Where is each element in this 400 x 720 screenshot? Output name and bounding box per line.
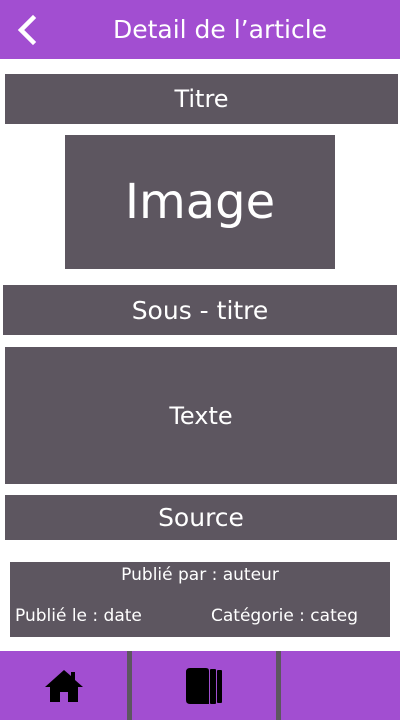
articles-icon (186, 667, 222, 704)
nav-empty-slot[interactable] (281, 651, 400, 720)
nav-articles-button[interactable] (132, 651, 276, 720)
article-subtitle: Sous - titre (3, 285, 397, 335)
chevron-left-icon (17, 14, 37, 46)
header-bar: Detail de l’article (0, 0, 400, 59)
bottom-navigation (0, 651, 400, 720)
published-date-label: Publié le : date (15, 606, 142, 626)
article-text: Texte (5, 347, 397, 484)
home-icon (44, 669, 83, 702)
article-meta: Publié par : auteur Publié le : date Cat… (10, 562, 390, 637)
article-source[interactable]: Source (5, 495, 397, 540)
published-by-label: Publié par : auteur (121, 565, 279, 585)
nav-home-button[interactable] (0, 651, 127, 720)
page-title: Detail de l’article (112, 15, 328, 44)
category-label: Catégorie : categ (211, 606, 358, 626)
back-button[interactable] (8, 10, 44, 50)
article-image-placeholder: Image (65, 135, 335, 269)
article-title: Titre (5, 74, 398, 124)
